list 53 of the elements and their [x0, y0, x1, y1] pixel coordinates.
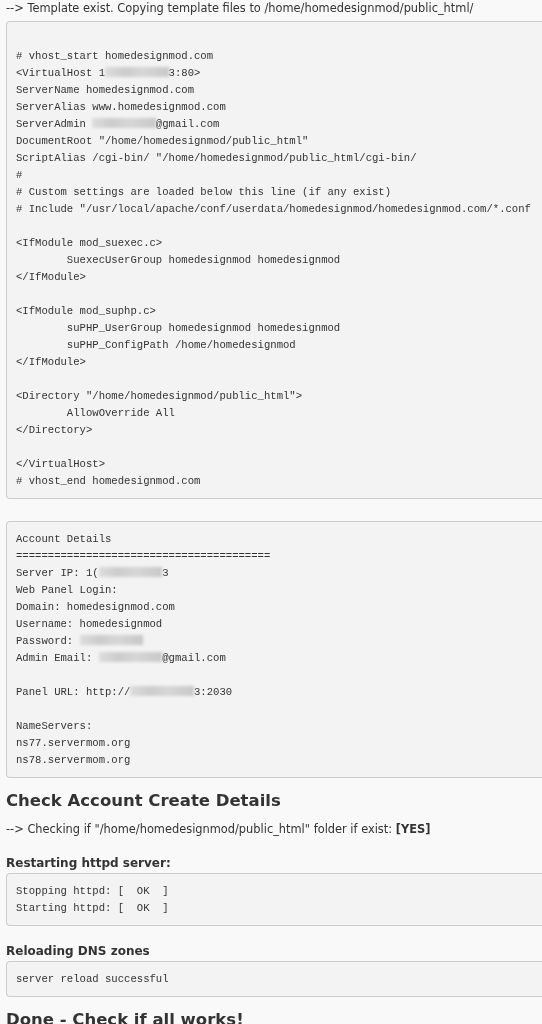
code-text: Admin Email: [16, 652, 94, 664]
code-line: Web Panel Login: [16, 583, 118, 598]
code-line: # Include "/usr/local/apache/conf/userdata/homedesignmod/homedesignmod.com/*.conf [16, 202, 531, 217]
code-line: NameServers: [16, 719, 93, 734]
section-heading: Check Account Create Details [6, 790, 282, 812]
code-line: # Custom settings are loaded below this line (if any exist) [16, 185, 392, 200]
code-text: ServerAdmin [16, 118, 87, 130]
code-line: Domain: homedesignmod.com [16, 600, 175, 615]
code-line: ServerName homedesignmod.com [16, 83, 194, 98]
code-line: suPHP_UserGroup homedesignmod homedesignmod [65, 321, 341, 336]
code-line: # [16, 168, 23, 183]
redaction-blur [92, 118, 156, 128]
code-line: SuexecUserGroup homedesignmod homedesignmod [65, 253, 341, 268]
code-text: Panel URL: http:// [16, 686, 131, 698]
code-line: <IfModule mod_suexec.c> [16, 236, 163, 251]
code-text: <VirtualHost 1 [16, 67, 105, 79]
log-message: --> Checking if "/home/homedesignmod/public_html" folder if exist: [YES] [6, 821, 432, 838]
code-line: server reload successful [16, 972, 169, 987]
redaction-blur [98, 652, 163, 662]
code-line: ScriptAlias /cgi-bin/ "/home/homedesignmod/public_html/cgi-bin/ [16, 151, 417, 166]
code-line: AllowOverride All [65, 406, 175, 421]
code-line: ServerAlias www.homedesignmod.com [16, 100, 226, 115]
code-line: <IfModule mod_suphp.c> [16, 304, 156, 319]
code-line: Username: homedesignmod [16, 617, 163, 632]
code-line: Starting httpd: [ OK ] [16, 901, 169, 916]
code-line: </IfModule> [16, 270, 86, 285]
redaction-blur [98, 567, 163, 577]
code-text: @gmail.com [162, 652, 226, 664]
code-line: Stopping httpd: [ OK ] [16, 884, 169, 899]
code-text: Server IP: 1( [16, 567, 99, 579]
code-line: # vhost_end homedesignmod.com [16, 474, 201, 489]
code-text: 3 [162, 567, 169, 579]
code-text: @gmail.com [155, 118, 220, 130]
redaction-blur [79, 635, 144, 645]
code-line: ns78.servermom.org [16, 753, 131, 768]
code-line: ======================================== [16, 549, 271, 564]
code-text: Password: [16, 635, 75, 647]
code-line: Account Details [16, 532, 112, 547]
code-line: </VirtualHost> [16, 457, 105, 472]
code-line: suPHP_ConfigPath /home/homedesignmod [65, 338, 296, 353]
code-text: 3:80> [168, 67, 201, 79]
subsection-heading: Reloading DNS zones [6, 943, 151, 960]
code-line: DocumentRoot "/home/homedesignmod/public_html" [16, 134, 309, 149]
code-line: </Directory> [16, 423, 93, 438]
subsection-heading: Restarting httpd server: [6, 855, 172, 872]
code-line: <Directory "/home/homedesignmod/public_html"> [16, 389, 303, 404]
log-message: --> Template exist. Copying template files to /home/homedesignmod/public_html/ [6, 0, 475, 17]
code-text: 3:2030 [194, 686, 233, 698]
code-line: # vhost_start homedesignmod.com [16, 49, 214, 64]
redaction-blur [105, 67, 169, 77]
redaction-blur [130, 686, 194, 696]
code-line: </IfModule> [16, 355, 86, 370]
code-line: ns77.servermom.org [16, 736, 131, 751]
